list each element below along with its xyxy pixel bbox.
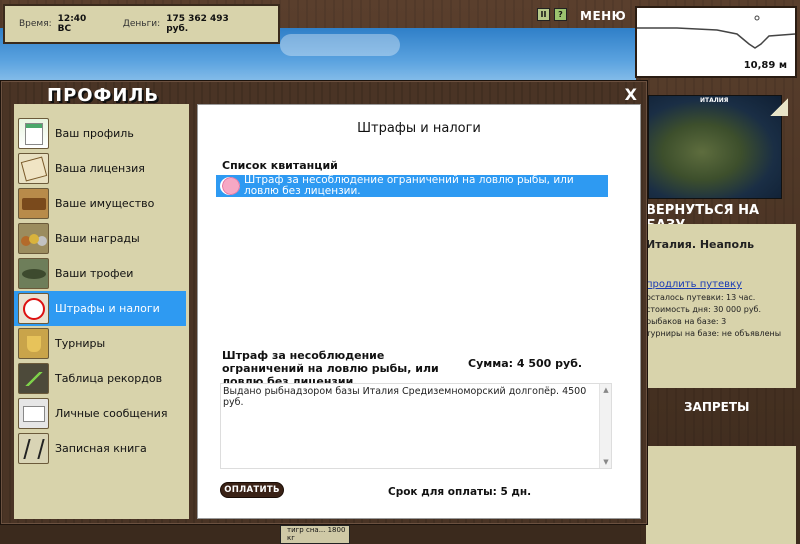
- menu-button[interactable]: МЕНЮ: [580, 9, 626, 23]
- sidebar-item-profile[interactable]: Ваш профиль: [14, 116, 186, 151]
- location-map[interactable]: [648, 95, 782, 199]
- sidebar-item-label: Личные сообщения: [55, 407, 168, 420]
- fishers-count: рыбаков на базе: 3: [646, 317, 727, 326]
- depth-profile-panel: 10,89 м: [635, 6, 797, 78]
- scroll-down-icon[interactable]: ▼: [600, 456, 612, 468]
- receipt-text: Штраф за несоблюдение ограничений на лов…: [244, 174, 574, 197]
- sidebar-item-trophies[interactable]: Ваши трофеи: [14, 256, 186, 291]
- piggy-bank-icon: [220, 177, 240, 195]
- trophy-fish-icon: [18, 258, 49, 289]
- depth-value: 10,89 м: [743, 60, 787, 71]
- receipt-list-item[interactable]: Штраф за несоблюдение ограничений на лов…: [216, 175, 608, 197]
- sidebar-item-label: Ваши трофеи: [55, 267, 134, 280]
- payment-deadline: Срок для оплаты: 5 дн.: [388, 486, 532, 498]
- sidebar-item-label: Ваш профиль: [55, 127, 134, 140]
- money-value: 175 362 493 руб.: [166, 14, 229, 34]
- sidebar-item-records[interactable]: Таблица рекордов: [14, 361, 186, 396]
- day-cost: стоимость дня: 30 000 руб.: [646, 305, 762, 314]
- fines-icon: [18, 293, 49, 324]
- bans-title[interactable]: ЗАПРЕТЫ: [684, 400, 749, 414]
- bans-card: [646, 446, 796, 544]
- fines-content-panel: Штрафы и налоги Список квитанций Штраф з…: [197, 104, 641, 519]
- sidebar-item-fines[interactable]: Штрафы и налоги: [14, 291, 186, 326]
- question-icon[interactable]: ?: [554, 8, 567, 21]
- profile-window: ПРОФИЛЬ X Ваш профиль Ваша лицензия Ваше…: [0, 80, 648, 525]
- base-info-card: Италия. Неаполь продлить путевку осталос…: [646, 224, 796, 388]
- receipt-amount: Сумма: 4 500 руб.: [468, 357, 583, 370]
- hud-stats-panel: Время: 12:40 ВС Деньги: 175 362 493 руб.: [3, 4, 280, 44]
- envelope-icon: [18, 398, 49, 429]
- scroll-up-icon[interactable]: ▲: [600, 384, 612, 396]
- receipt-description-box[interactable]: Выдано рыбнадзором базы Италия Средиземн…: [220, 383, 612, 469]
- money-label: Деньги:: [122, 19, 161, 29]
- awards-icon: [18, 223, 49, 254]
- extend-permit-link[interactable]: продлить путевку: [646, 279, 796, 290]
- sidebar-item-tournaments[interactable]: Турниры: [14, 326, 186, 361]
- page-title: Штрафы и налоги: [357, 121, 481, 136]
- sidebar-item-label: Штрафы и налоги: [55, 302, 160, 315]
- base-location: Италия. Неаполь: [646, 238, 755, 251]
- pause-icon[interactable]: II: [537, 8, 550, 21]
- sidebar-item-label: Записная книга: [55, 442, 147, 455]
- receipt-description: Выдано рыбнадзором базы Италия Средиземн…: [223, 386, 587, 408]
- tournament-cup-icon: [18, 328, 49, 359]
- inventory-slot[interactable]: тигр сна... 1800 кг: [280, 525, 350, 544]
- sidebar-item-property[interactable]: Ваше имущество: [14, 186, 186, 221]
- sidebar-item-awards[interactable]: Ваши награды: [14, 221, 186, 256]
- pay-button[interactable]: ОПЛАТИТЬ: [220, 482, 284, 498]
- scrollbar[interactable]: ▲ ▼: [599, 384, 611, 468]
- sidebar-item-label: Ваши награды: [55, 232, 140, 245]
- window-title: ПРОФИЛЬ: [47, 85, 160, 106]
- hud-buttons: II ?: [537, 8, 567, 21]
- sidebar-item-label: Турниры: [55, 337, 106, 350]
- receipts-heading: Список квитанций: [222, 159, 338, 172]
- sidebar-item-label: Ваша лицензия: [55, 162, 145, 175]
- map-title: ИТАЛИЯ: [700, 97, 729, 104]
- time-label: Время:: [19, 19, 52, 29]
- sidebar-item-label: Таблица рекордов: [55, 372, 163, 385]
- license-icon: [18, 153, 49, 184]
- records-chart-icon: [18, 363, 49, 394]
- profile-sidebar: Ваш профиль Ваша лицензия Ваше имущество…: [14, 104, 189, 519]
- time-value: 12:40 ВС: [57, 14, 87, 34]
- page-curl-icon[interactable]: [770, 98, 788, 116]
- close-button[interactable]: X: [625, 87, 637, 103]
- sidebar-item-license[interactable]: Ваша лицензия: [14, 151, 186, 186]
- tournaments-status: турниры на базе: не объявлены: [646, 329, 782, 338]
- profile-icon: [18, 118, 49, 149]
- sidebar-item-notebook[interactable]: Записная книга: [14, 431, 186, 466]
- permit-remaining: осталось путевки: 13 час.: [646, 293, 756, 302]
- notebook-icon: [18, 433, 49, 464]
- sidebar-item-messages[interactable]: Личные сообщения: [14, 396, 186, 431]
- property-icon: [18, 188, 49, 219]
- sidebar-item-label: Ваше имущество: [55, 197, 155, 210]
